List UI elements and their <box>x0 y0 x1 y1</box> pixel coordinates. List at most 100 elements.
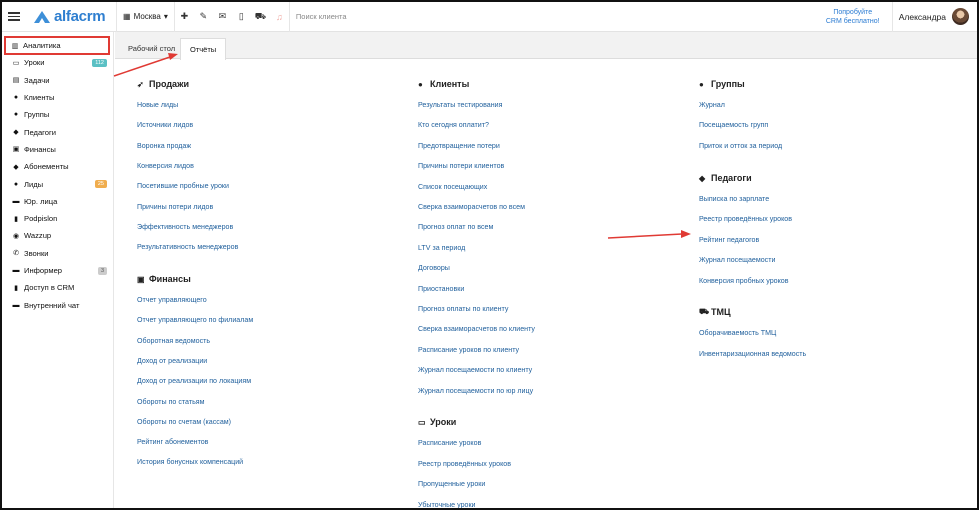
chevron-down-icon: ▾ <box>163 12 168 21</box>
sidebar-item[interactable]: ▬ Информер 3 <box>2 262 113 279</box>
section-title-text: Группы <box>711 79 745 89</box>
report-link[interactable]: Рейтинг педагогов <box>699 236 759 244</box>
report-link[interactable]: Кто сегодня оплатит? <box>418 121 489 129</box>
report-link[interactable]: Расписание уроков по клиенту <box>418 346 519 354</box>
sidebar-item-label: Доступ в CRM <box>24 283 75 293</box>
report-link[interactable]: Доход от реализации <box>137 357 207 365</box>
report-link[interactable]: LTV за период <box>418 244 465 252</box>
report-link[interactable]: Конверсия пробных уроков <box>699 277 788 285</box>
sidebar-item[interactable]: ● Лиды 25 <box>2 175 113 192</box>
report-link[interactable]: Реестр проведённых уроков <box>699 215 792 223</box>
report-link[interactable]: Сверка взаиморасчетов по всем <box>418 203 525 211</box>
whatsapp-icon: ◉ <box>12 232 20 240</box>
report-link[interactable]: Конверсия лидов <box>137 162 194 170</box>
report-link[interactable]: Обороты по статьям <box>137 398 205 406</box>
report-link[interactable]: Новые лиды <box>137 101 178 109</box>
report-link[interactable]: Прогноз оплат по всем <box>418 223 493 231</box>
section-title-text: ТМЦ <box>711 307 731 317</box>
sidebar-item[interactable]: ▭ Уроки 112 <box>2 54 113 71</box>
sidebar-item[interactable]: ▬ Юр. лица <box>2 193 113 210</box>
report-link[interactable]: Посетившие пробные уроки <box>137 182 229 190</box>
report-link[interactable]: История бонусных компенсаций <box>137 458 243 466</box>
report-link[interactable]: Журнал посещаемости <box>699 256 775 264</box>
report-link[interactable]: Журнал посещаемости по клиенту <box>418 366 532 374</box>
report-link[interactable]: Инвентаризационная ведомость <box>699 350 806 358</box>
report-link[interactable]: Результаты тестирования <box>418 101 502 109</box>
sidebar-item-label: Аналитика <box>23 41 61 51</box>
report-link[interactable]: Расписание уроков <box>418 439 481 447</box>
sidebar-item[interactable]: ▮ Доступ в CRM <box>2 279 113 296</box>
sidebar-item[interactable]: ▤ Задачи <box>2 72 113 89</box>
report-link[interactable]: Рейтинг абонементов <box>137 438 208 446</box>
section-title-text: Педагоги <box>711 173 752 183</box>
sidebar-item[interactable]: ◆ Абонементы <box>2 158 113 175</box>
report-link[interactable]: Предотвращение потери <box>418 142 500 150</box>
report-link[interactable]: Пропущенные уроки <box>418 480 485 488</box>
bell-icon[interactable]: ♫ <box>270 2 289 32</box>
report-link[interactable]: Посещаемость групп <box>699 121 768 129</box>
count-badge: 112 <box>92 58 107 67</box>
report-link[interactable]: Оборачиваемость ТМЦ <box>699 329 776 337</box>
sidebar-item-label: Абонементы <box>24 162 69 172</box>
chart-icon: ▥ <box>11 42 19 50</box>
report-link[interactable]: Убыточные уроки <box>418 501 476 509</box>
users-icon: ● <box>418 79 423 89</box>
report-link[interactable]: Журнал <box>699 101 725 109</box>
report-link[interactable]: Сверка взаиморасчетов по клиенту <box>418 325 535 333</box>
report-link[interactable]: Отчет управляющего по филиалам <box>137 316 253 324</box>
graduation-cap-icon: ◆ <box>699 173 706 183</box>
tab-reports[interactable]: Отчёты <box>180 38 227 60</box>
report-link[interactable]: Эффективность менеджеров <box>137 223 233 231</box>
calendar-icon: ▭ <box>418 417 426 427</box>
avatar[interactable] <box>952 8 969 25</box>
report-link[interactable]: Список посещающих <box>418 183 487 191</box>
report-link[interactable]: Приостановки <box>418 285 464 293</box>
report-link[interactable]: Причины потери клиентов <box>418 162 504 170</box>
report-link[interactable]: Реестр проведённых уроков <box>418 460 511 468</box>
branch-selector[interactable]: ▦ Москва ▾ <box>117 2 174 32</box>
section-title-clients: ● Клиенты <box>418 79 469 89</box>
report-link[interactable]: Воронка продаж <box>137 142 191 150</box>
cart-icon[interactable]: ⛟ <box>251 2 270 32</box>
report-link[interactable]: Оборотная ведомость <box>137 337 210 345</box>
count-badge: 3 <box>97 266 107 275</box>
money-icon: ▣ <box>137 274 145 284</box>
tab-dashboard[interactable]: Рабочий стол <box>119 38 184 59</box>
report-link[interactable]: Выписка по зарплате <box>699 195 769 203</box>
section-title-teachers: ◆ Педагоги <box>699 173 752 183</box>
report-link[interactable]: Журнал посещаемости по юр лицу <box>418 387 533 395</box>
logo[interactable]: alfacrm <box>34 8 116 25</box>
report-link[interactable]: Отчет управляющего <box>137 296 207 304</box>
report-link[interactable]: Доход от реализации по локациям <box>137 377 251 385</box>
sidebar-item[interactable]: ✆ Звонки <box>2 245 113 262</box>
sidebar-item-label: Wazzup <box>24 231 52 241</box>
try-free-link[interactable]: Попробуйте CRM бесплатно! <box>818 8 888 26</box>
search-input[interactable]: Поиск клиента <box>290 12 818 21</box>
money-icon: ▣ <box>12 146 20 154</box>
sidebar-item[interactable]: ◉ Wazzup <box>2 227 113 244</box>
sidebar-item[interactable]: ▥ Аналитика <box>4 35 110 56</box>
report-link[interactable]: Приток и отток за период <box>699 142 782 150</box>
sidebar-item[interactable]: ▮ Podpislon <box>2 210 113 227</box>
report-link[interactable]: Прогноз оплаты по клиенту <box>418 305 508 313</box>
report-link[interactable]: Обороты по счетам (кассам) <box>137 418 231 426</box>
sidebar-item[interactable]: ● Группы <box>2 106 113 123</box>
sidebar-item[interactable]: ● Клиенты <box>2 89 113 106</box>
phone-icon[interactable]: ▯ <box>232 2 251 32</box>
tasks-icon: ▤ <box>12 77 20 85</box>
report-link[interactable]: Результативность менеджеров <box>137 243 238 251</box>
report-link[interactable]: Причины потери лидов <box>137 203 213 211</box>
section-title-inventory: ⛟ ТМЦ <box>699 307 731 317</box>
section-title-text: Клиенты <box>430 79 470 89</box>
plus-icon[interactable]: ✚ <box>175 2 194 32</box>
sidebar-item[interactable]: ▣ Финансы <box>2 141 113 158</box>
report-link[interactable]: Источники лидов <box>137 121 193 129</box>
user-name[interactable]: Александра <box>893 12 952 22</box>
sidebar-item-label: Лиды <box>24 179 44 189</box>
mail-icon[interactable]: ✉ <box>213 2 232 32</box>
sidebar-item[interactable]: ▬ Внутренний чат <box>2 296 113 313</box>
sidebar-item[interactable]: ◆ Педагоги <box>2 123 113 140</box>
menu-icon[interactable] <box>8 12 20 21</box>
wrench-icon[interactable]: ✎ <box>194 2 213 32</box>
report-link[interactable]: Договоры <box>418 264 450 272</box>
